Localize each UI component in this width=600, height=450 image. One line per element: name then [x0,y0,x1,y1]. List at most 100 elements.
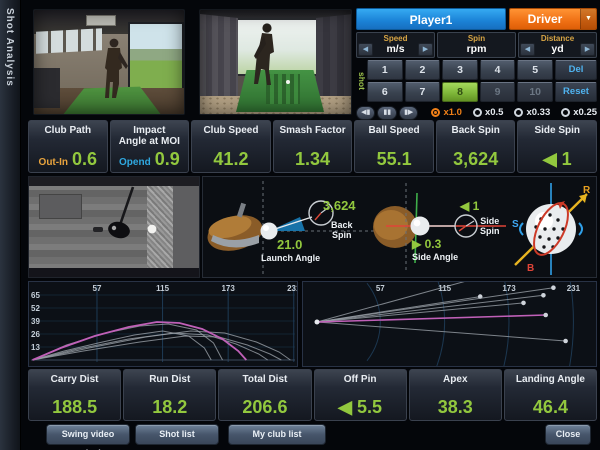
shot-button-7[interactable]: 7 [405,82,441,102]
shot-button-4[interactable]: 4 [480,60,516,80]
stat-ball-speed: Ball Speed 55.1 [354,120,434,173]
shot-button-3[interactable]: 3 [442,60,478,80]
control-panel: Player1 Driver ▼ Speed ◀ m/s ▶ Spin rpm [356,8,597,118]
speed-x1-label: x1.0 [443,107,462,118]
svg-text:173: 173 [502,284,516,293]
distance-unit-next-button[interactable]: ▶ [580,43,595,56]
stat-club-speed: Club Speed 41.2 [191,120,271,173]
stat-label: Off Pin [317,374,404,385]
step-back-button[interactable]: ◀▮ [356,106,375,120]
speed-x05-radio[interactable]: x0.5 [473,107,504,118]
impact-camera-view [28,176,200,278]
shot-button-6[interactable]: 6 [367,82,403,102]
close-button[interactable]: Close [545,424,591,445]
svg-text:173: 173 [221,284,235,293]
stat-value: 0.9 [155,150,180,169]
pause-button[interactable]: ▮▮ [377,106,396,120]
stat-value: 0.6 [72,150,97,169]
unit-distance: Distance ◀ yd ▶ [518,32,597,58]
spin-axis-b-label: B [527,263,534,274]
svg-text:39: 39 [31,317,40,326]
stat-value: ◀ 5.5 [338,398,382,417]
shot-button-5[interactable]: 5 [517,60,553,80]
step-forward-button[interactable]: ▮▶ [399,106,418,120]
speed-x033-radio[interactable]: x0.33 [514,107,550,118]
svg-text:57: 57 [93,284,102,293]
shot-selector: shot 1 2 3 4 5 Del 6 7 8 9 10 Reset [356,60,597,102]
my-club-list-button[interactable]: My club list [228,424,326,445]
right-wall [316,14,352,106]
stat-carry-dist: Carry Dist 188.5 [28,369,121,421]
impact-overlay [29,177,200,278]
stat-value: 3,624 [453,150,498,169]
stat-off-pin: Off Pin ◀ 5.5 [314,369,407,421]
speed-x05-label: x0.5 [485,107,504,118]
side-angle-label: Side Angle [412,253,458,263]
speed-unit-prev-button[interactable]: ◀ [358,43,373,56]
shot-selector-label: shot [356,60,367,102]
stat-value: 38.3 [438,398,473,417]
stat-value: 55.1 [377,150,412,169]
golf-ball [286,80,290,84]
speed-x1-radio[interactable]: x1.0 [431,107,462,118]
radio-dot [473,108,482,117]
radio-dot [514,108,523,117]
player-button[interactable]: Player1 [356,8,506,30]
speed-unit-next-button[interactable]: ▶ [418,43,433,56]
stat-apex: Apex 38.3 [409,369,502,421]
playback-controls: ◀▮ ▮▮ ▮▶ x1.0 x0.5 x0.33 x0.25 [356,105,597,120]
stat-back-spin: Back Spin 3,624 [436,120,516,173]
stat-label: Total Dist [221,374,308,385]
golfer-silhouette [240,22,286,88]
stat-prefix: Opend [119,157,151,168]
equipment [34,68,60,108]
stat-label: Apex [412,374,499,385]
ac-unit [86,15,116,26]
unit-speed-label: Speed [358,34,433,43]
radio-dot [561,108,570,117]
trajectory-top-svg: 57115173231 [303,282,596,366]
stat-value: 46.4 [533,398,568,417]
side-angle-value: ▶ 0.3 [412,237,441,251]
stat-run-dist: Run Dist 18.2 [123,369,216,421]
sidebar-title: Shot Analysis [4,8,15,87]
shot-button-10[interactable]: 10 [517,82,553,102]
spin-axis-s-label: S [512,219,519,230]
delete-shot-button[interactable]: Del [555,60,597,80]
shot-button-1[interactable]: 1 [367,60,403,80]
stat-label: Impact Angle at MOI [113,125,187,147]
distance-unit-prev-button[interactable]: ◀ [520,43,535,56]
chevron-down-icon[interactable]: ▼ [580,9,596,29]
stat-club-path: Club Path Out-In0.6 [28,120,108,173]
shot-button-2[interactable]: 2 [405,60,441,80]
back-spin-value: 3,624 [323,198,356,213]
distance-unit-value: yd [535,43,580,56]
stat-prefix: Out-In [39,157,68,168]
svg-text:26: 26 [31,330,40,339]
stat-value: 18.2 [152,398,187,417]
stat-label: Carry Dist [31,374,118,385]
stat-label: Run Dist [126,374,213,385]
speed-x025-radio[interactable]: x0.25 [561,107,597,118]
camera-view-back [33,9,185,115]
swing-video-analysis-button[interactable]: Swing video analysis [46,424,130,445]
side-spin-value: ◀ 1 [460,199,479,213]
sidebar-shot-analysis-tab[interactable]: Shot Analysis [0,0,21,450]
club-label: Driver [510,9,580,29]
stat-value: 41.2 [213,150,248,169]
reset-shots-button[interactable]: Reset [555,82,597,102]
unit-spin: Spin rpm [437,32,516,58]
shot-list-button[interactable]: Shot list [135,424,219,445]
unit-selectors: Speed ◀ m/s ▶ Spin rpm Distance ◀ yd ▶ [356,32,597,58]
stat-value: ◀ 1 [543,150,572,169]
stat-label: Club Speed [194,125,268,136]
svg-text:65: 65 [31,291,40,300]
stats-row-distance: Carry Dist 188.5 Run Dist 18.2 Total Dis… [28,369,597,421]
svg-text:231: 231 [567,284,581,293]
trajectory-side-svg: 132639526557115173231 [29,282,297,366]
club-button[interactable]: Driver ▼ [509,8,597,30]
stats-row-club: Club Path Out-In0.6 Impact Angle at MOI … [28,120,597,173]
unit-spin-label: Spin [439,34,514,43]
shot-button-9[interactable]: 9 [480,82,516,102]
shot-button-8-selected[interactable]: 8 [442,82,478,102]
